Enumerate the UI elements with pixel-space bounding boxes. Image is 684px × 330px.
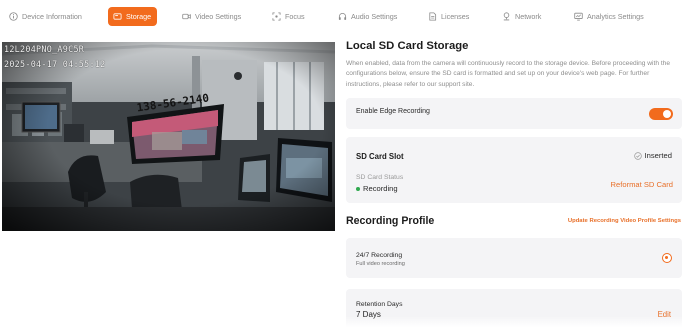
tab-label: Storage <box>126 12 152 21</box>
tab-label: Focus <box>285 12 305 21</box>
recording-option-radio[interactable] <box>662 253 672 263</box>
tab-device-information[interactable]: Device Information <box>9 7 82 26</box>
recording-option-subtitle: Full video recording <box>356 261 405 267</box>
sd-slot-status-text: Inserted <box>644 151 672 160</box>
sd-slot-status: Inserted <box>633 151 672 160</box>
tab-label: Device Information <box>22 12 82 21</box>
tab-focus[interactable]: Focus <box>272 7 305 26</box>
camera-scene: 138-56-2140 <box>2 42 335 231</box>
recording-option-card[interactable]: 24/7 Recording Full video recording <box>346 238 682 278</box>
page-title: Local SD Card Storage <box>346 40 469 52</box>
storage-panel: Local SD Card Storage When enabled, data… <box>346 0 684 330</box>
tab-label: Video Settings <box>195 12 242 21</box>
update-profile-link[interactable]: Update Recording Video Profile Settings <box>568 218 681 224</box>
edge-recording-toggle[interactable] <box>649 108 673 120</box>
camera-live-view[interactable]: 138-56-2140 12L204PNO_A9C5R 2025-04-17 0… <box>2 42 335 231</box>
osd-camera-id: 12L204PNO_A9C5R <box>4 44 85 54</box>
check-circle-icon <box>633 151 642 160</box>
status-dot-icon <box>356 186 360 191</box>
edge-recording-label: Enable Edge Recording <box>356 108 430 115</box>
storage-description: When enabled, data from the camera will … <box>346 60 671 88</box>
retention-label: Retention Days <box>356 301 403 308</box>
edge-recording-card: Enable Edge Recording <box>346 98 682 129</box>
sd-status-value: Recording <box>356 184 398 193</box>
focus-icon <box>272 12 281 21</box>
video-icon <box>182 12 191 21</box>
sd-status-value-text: Recording <box>363 184 398 193</box>
recording-option-title: 24/7 Recording <box>356 252 403 259</box>
sd-card-slot-label: SD Card Slot <box>356 152 404 161</box>
tab-storage[interactable]: Storage <box>108 7 158 26</box>
reformat-sd-card-button[interactable]: Reformat SD Card <box>611 180 673 189</box>
storage-icon <box>113 12 122 21</box>
sd-status-label: SD Card Status <box>356 174 404 181</box>
tab-video-settings[interactable]: Video Settings <box>182 7 241 26</box>
recording-profile-title: Recording Profile <box>346 215 435 227</box>
osd-timestamp: 2025-04-17 04:55:12 <box>4 59 106 69</box>
bottom-fade <box>0 316 684 330</box>
sd-card-slot-card: SD Card Slot Inserted SD Card Status Rec… <box>346 137 682 203</box>
info-icon <box>9 12 18 21</box>
